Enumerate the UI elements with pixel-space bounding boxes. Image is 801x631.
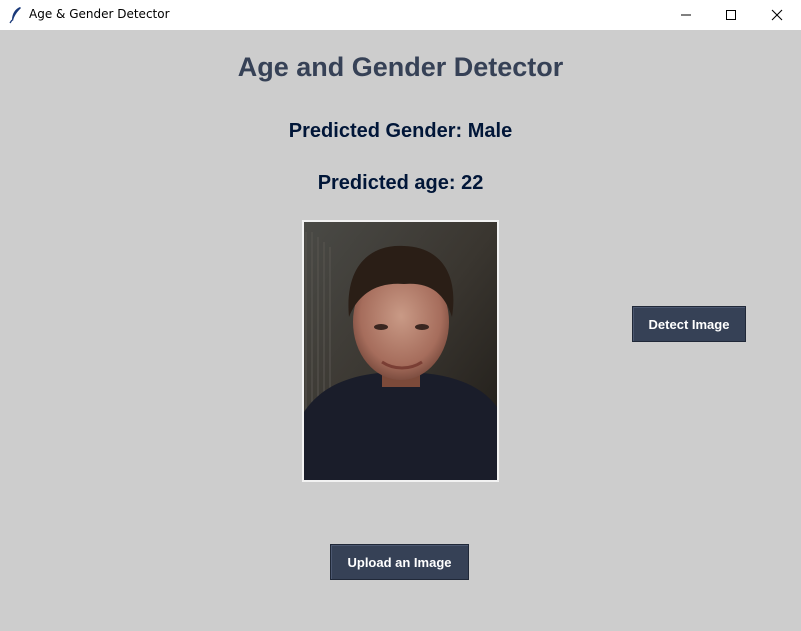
- close-button[interactable]: [754, 0, 800, 30]
- minimize-icon: [681, 14, 691, 16]
- maximize-icon: [726, 10, 736, 20]
- page-title: Age and Gender Detector: [237, 52, 564, 82]
- close-icon: [771, 9, 783, 21]
- maximize-button[interactable]: [708, 0, 754, 30]
- feather-icon: [9, 6, 23, 24]
- minimize-button[interactable]: [663, 0, 709, 30]
- app-window-body: Age and Gender Detector Predicted Gender…: [0, 30, 801, 631]
- uploaded-image: [302, 220, 499, 482]
- detect-image-button[interactable]: Detect Image: [632, 306, 746, 342]
- title-bar: Age & Gender Detector: [0, 0, 801, 30]
- upload-image-button[interactable]: Upload an Image: [330, 544, 469, 580]
- predicted-gender-label: Predicted Gender: Male: [288, 120, 513, 142]
- predicted-age-label: Predicted age: 22: [317, 172, 484, 194]
- window-title: Age & Gender Detector: [29, 7, 170, 21]
